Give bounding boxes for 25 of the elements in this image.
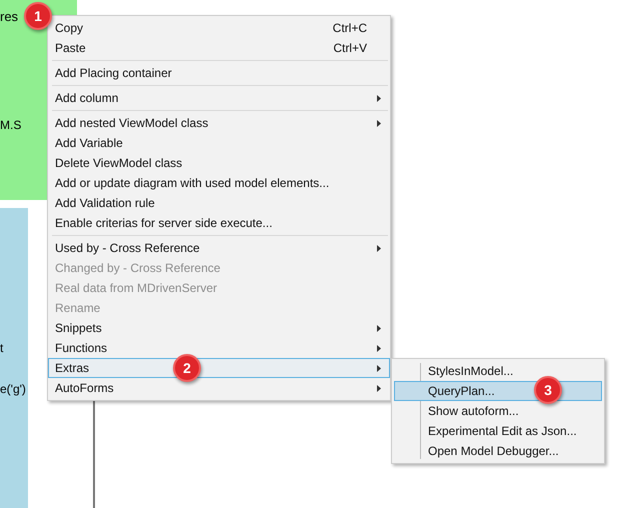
class-attribute: e('g') — [0, 382, 26, 396]
submenu-arrow-icon — [377, 120, 381, 126]
menu-item[interactable]: Add nested ViewModel class — [48, 113, 390, 133]
menu-item[interactable]: Paste Ctrl+V — [48, 38, 390, 58]
class-attribute: M.S — [0, 118, 22, 132]
menu-item[interactable]: Enable criterias for server side execute... — [48, 213, 390, 233]
submenu-arrow-icon — [377, 344, 381, 352]
menu-item[interactable]: Snippets — [48, 318, 390, 338]
submenu-arrow-icon — [377, 244, 381, 252]
menu-item[interactable]: Add column — [48, 88, 390, 108]
menu-item[interactable]: Show autoform... — [394, 401, 602, 421]
class-attribute: t — [0, 341, 4, 355]
menu-item[interactable]: Add Variable — [48, 133, 390, 153]
menu-item[interactable]: Experimental Edit as Json... — [394, 421, 602, 441]
menu-item[interactable]: Delete ViewModel class — [48, 153, 390, 173]
submenu-arrow-icon — [377, 364, 381, 372]
menu-item[interactable]: Add Validation rule — [48, 193, 390, 213]
submenu-arrow-icon — [377, 324, 381, 332]
submenu-arrow-icon — [377, 384, 381, 392]
submenu-arrow-icon — [377, 94, 381, 102]
menu-item[interactable]: Add or update diagram with used model elements... — [48, 173, 390, 193]
menu-item[interactable]: Add Placing container — [48, 63, 390, 83]
class-title: res — [0, 8, 18, 26]
menu-item[interactable]: Used by - Cross Reference — [48, 238, 390, 258]
menu-item[interactable]: Open Model Debugger... — [394, 441, 602, 461]
